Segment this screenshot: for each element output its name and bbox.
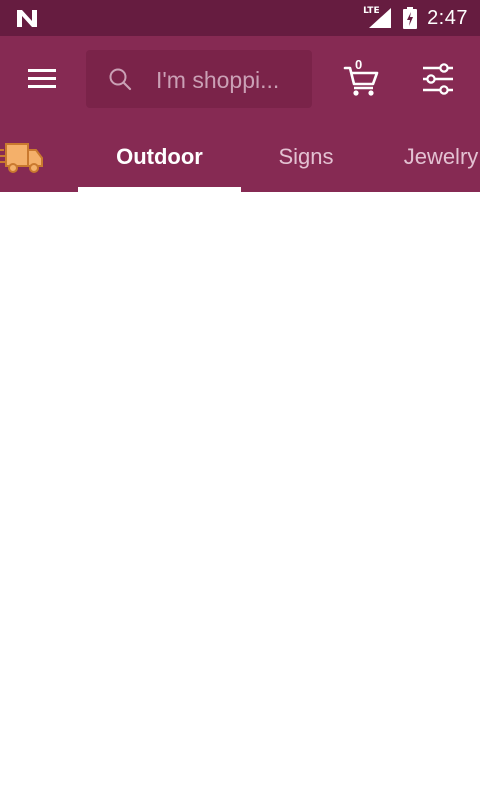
- n-notification-icon: [17, 10, 37, 27]
- battery-charging-icon: [403, 7, 418, 29]
- filter-sliders-icon[interactable]: [420, 62, 456, 96]
- search-input[interactable]: I'm shoppi...: [86, 50, 312, 108]
- cart-icon: [343, 66, 379, 96]
- status-time: 2:47: [427, 6, 468, 29]
- tab-signs[interactable]: Signs: [241, 122, 371, 192]
- status-right-group: LTE 2:47: [363, 0, 468, 36]
- category-tab-bar: Outdoor Signs Jewelry: [0, 122, 480, 192]
- search-placeholder: I'm shoppi...: [156, 67, 280, 93]
- lte-signal-icon: LTE: [363, 6, 393, 30]
- status-bar: LTE 2:47: [0, 0, 480, 36]
- cart-button[interactable]: 0: [342, 56, 382, 98]
- menu-icon[interactable]: [22, 64, 62, 94]
- tab-jewelry[interactable]: Jewelry: [371, 122, 480, 192]
- tab-outdoor[interactable]: Outdoor: [78, 122, 241, 192]
- app-bar: I'm shoppi... 0: [0, 36, 480, 122]
- content-area: [0, 192, 480, 800]
- search-icon: [109, 68, 132, 91]
- delivery-truck-icon[interactable]: [0, 138, 46, 176]
